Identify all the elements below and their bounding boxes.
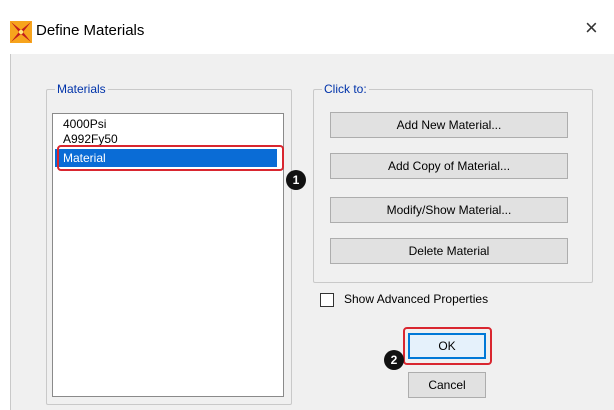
show-advanced-properties-label: Show Advanced Properties [344, 292, 489, 306]
list-item[interactable]: A992Fy50 [55, 132, 277, 146]
list-item[interactable]: 4000Psi [55, 117, 277, 131]
materials-group-label: Materials [55, 82, 108, 96]
modify-show-material-button[interactable]: Modify/Show Material... [330, 197, 568, 223]
ok-button[interactable]: OK [408, 333, 486, 359]
click-to-group-label: Click to: [322, 82, 369, 96]
step-badge-2: 2 [384, 350, 404, 370]
add-copy-of-material-button[interactable]: Add Copy of Material... [330, 153, 568, 179]
highlight-selected-material [57, 145, 284, 171]
step-badge-1: 1 [286, 170, 306, 190]
title-bar: Define Materials × [0, 0, 614, 54]
window-title: Define Materials [36, 22, 145, 39]
cancel-button[interactable]: Cancel [408, 372, 486, 398]
app-logo-icon [10, 21, 32, 43]
close-icon[interactable]: × [585, 17, 598, 39]
delete-material-button[interactable]: Delete Material [330, 238, 568, 264]
show-advanced-properties-checkbox[interactable] [320, 293, 334, 307]
add-new-material-button[interactable]: Add New Material... [330, 112, 568, 138]
